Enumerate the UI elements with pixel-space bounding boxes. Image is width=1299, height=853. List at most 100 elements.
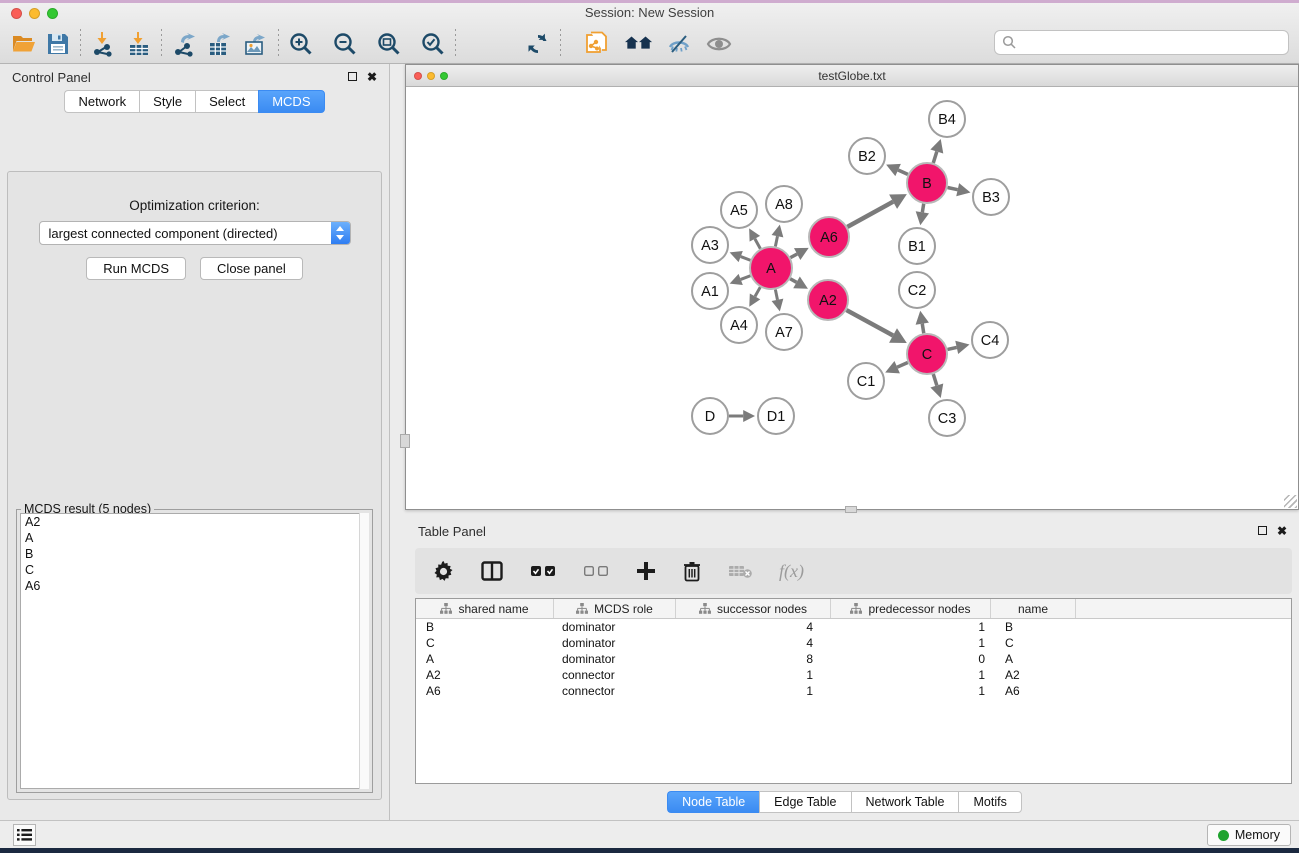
run-mcds-button[interactable]: Run MCDS [86,257,186,280]
mcds-result-scrollbar[interactable] [359,513,369,789]
zoom-window-icon[interactable] [47,8,58,19]
close-window-icon[interactable] [11,8,22,19]
application-window: Session: New Session [0,0,1299,853]
graph-node-label-A6: A6 [820,230,838,246]
gear-icon[interactable] [433,561,454,582]
zoom-fit-icon[interactable] [375,30,403,58]
tab-edge-table[interactable]: Edge Table [759,791,850,813]
network-view-window: testGlobe.txt AA2A6BCA1A3A5A8A4A7B1B2B3B… [405,64,1299,510]
control-panel: Control Panel ✖ NetworkStyleSelectMCDS O… [0,64,390,820]
horizontal-scroll-thumb[interactable] [845,506,857,513]
mcds-result-item[interactable]: A6 [21,578,368,594]
search-box[interactable] [994,30,1289,55]
edge-A-A7[interactable] [775,290,777,300]
hide-selected-icon[interactable] [665,30,693,58]
show-all-icon[interactable] [705,30,733,58]
vertical-scroll-thumb[interactable] [400,434,410,448]
new-network-icon[interactable] [583,30,611,58]
show-panels-button[interactable] [13,824,36,846]
network-window-titlebar[interactable]: testGlobe.txt [406,65,1298,87]
close-view-icon[interactable] [414,72,422,80]
edge-B-B4[interactable] [933,152,937,163]
import-table-icon[interactable] [125,30,153,58]
mcds-result-list[interactable]: A2ABCA6 [20,513,369,789]
edge-A2-C[interactable] [846,310,893,335]
table-row[interactable]: Cdominator41C [416,635,1291,651]
graph-node-label-C: C [922,347,932,363]
open-file-icon[interactable] [10,30,38,58]
edge-A-A4[interactable] [755,287,760,296]
mcds-result-item[interactable]: A2 [21,514,368,530]
memory-button[interactable]: Memory [1207,824,1291,846]
apply-layout-icon[interactable] [524,30,552,58]
import-network-icon[interactable] [89,30,117,58]
edge-A6-B[interactable] [847,202,893,227]
table-row[interactable]: Adominator80A [416,651,1291,667]
search-input[interactable] [1022,36,1288,50]
table-row[interactable]: A2connector11A2 [416,667,1291,683]
cell-MCDS-role: dominator [554,651,676,667]
tab-network-table[interactable]: Network Table [851,791,959,813]
edge-A-A3[interactable] [741,257,751,261]
edge-A-A8[interactable] [775,236,777,246]
float-table-panel-icon[interactable] [1258,525,1267,537]
edge-A-A1[interactable] [741,276,751,280]
node-table[interactable]: shared nameMCDS rolesuccessor nodesprede… [415,598,1292,784]
mcds-result-item[interactable]: A [21,530,368,546]
resize-grip-icon[interactable] [1284,495,1297,508]
tab-motifs[interactable]: Motifs [958,791,1021,813]
edge-B-B3[interactable] [948,187,958,189]
deselect-all-icon[interactable] [583,565,609,577]
zoom-view-icon[interactable] [440,72,448,80]
tab-style[interactable]: Style [139,90,195,113]
export-image-icon[interactable] [242,30,270,58]
minimize-window-icon[interactable] [29,8,40,19]
float-panel-icon[interactable] [348,71,357,83]
cell-shared-name: A2 [416,667,554,683]
edge-A-A6[interactable] [790,254,797,258]
edge-C-C2[interactable] [922,324,923,334]
close-panel-button[interactable]: Close panel [200,257,303,280]
criterion-dropdown[interactable]: largest connected component (directed) [39,221,351,245]
edge-A-A2[interactable] [790,279,796,283]
close-panel-icon[interactable]: ✖ [367,71,377,83]
edge-B-B1[interactable] [922,204,923,213]
list-icon [17,829,32,841]
columns-icon[interactable] [481,561,503,581]
close-table-panel-icon[interactable]: ✖ [1277,525,1287,537]
column-header-shared-name[interactable]: shared name [416,599,554,618]
tab-mcds[interactable]: MCDS [258,90,324,113]
edge-A-A5[interactable] [755,239,761,249]
arrowhead-A-A7 [772,299,784,312]
add-column-icon[interactable] [636,561,656,581]
delete-column-icon[interactable] [683,561,701,582]
mcds-result-item[interactable]: B [21,546,368,562]
export-table-icon[interactable] [206,30,234,58]
table-row[interactable]: Bdominator41B [416,619,1291,635]
column-header-successor-nodes[interactable]: successor nodes [676,599,831,618]
zoom-out-icon[interactable] [331,30,359,58]
table-row[interactable]: A6connector11A6 [416,683,1291,699]
zoom-selected-icon[interactable] [419,30,447,58]
mcds-result-item[interactable]: C [21,562,368,578]
reset-view-icon[interactable] [625,30,653,58]
cell-MCDS-role: dominator [554,635,676,651]
edge-B-B2[interactable] [898,170,908,174]
tab-node-table[interactable]: Node Table [667,791,759,813]
select-all-icon[interactable] [530,565,556,577]
export-network-icon[interactable] [170,30,198,58]
edge-C-C1[interactable] [897,362,908,367]
tab-select[interactable]: Select [195,90,258,113]
column-header-MCDS-role[interactable]: MCDS role [554,599,676,618]
graph-node-label-A4: A4 [730,318,748,334]
edge-C-C4[interactable] [947,347,956,349]
save-session-icon[interactable] [44,30,72,58]
minimize-view-icon[interactable] [427,72,435,80]
column-header-name[interactable]: name [991,599,1076,618]
delete-table-icon[interactable] [728,563,752,579]
zoom-in-icon[interactable] [287,30,315,58]
edge-C-C3[interactable] [933,374,937,385]
network-canvas[interactable]: AA2A6BCA1A3A5A8A4A7B1B2B3B4C1C2C3C4DD1 [406,87,1298,509]
column-header-predecessor-nodes[interactable]: predecessor nodes [831,599,991,618]
tab-network[interactable]: Network [64,90,139,113]
